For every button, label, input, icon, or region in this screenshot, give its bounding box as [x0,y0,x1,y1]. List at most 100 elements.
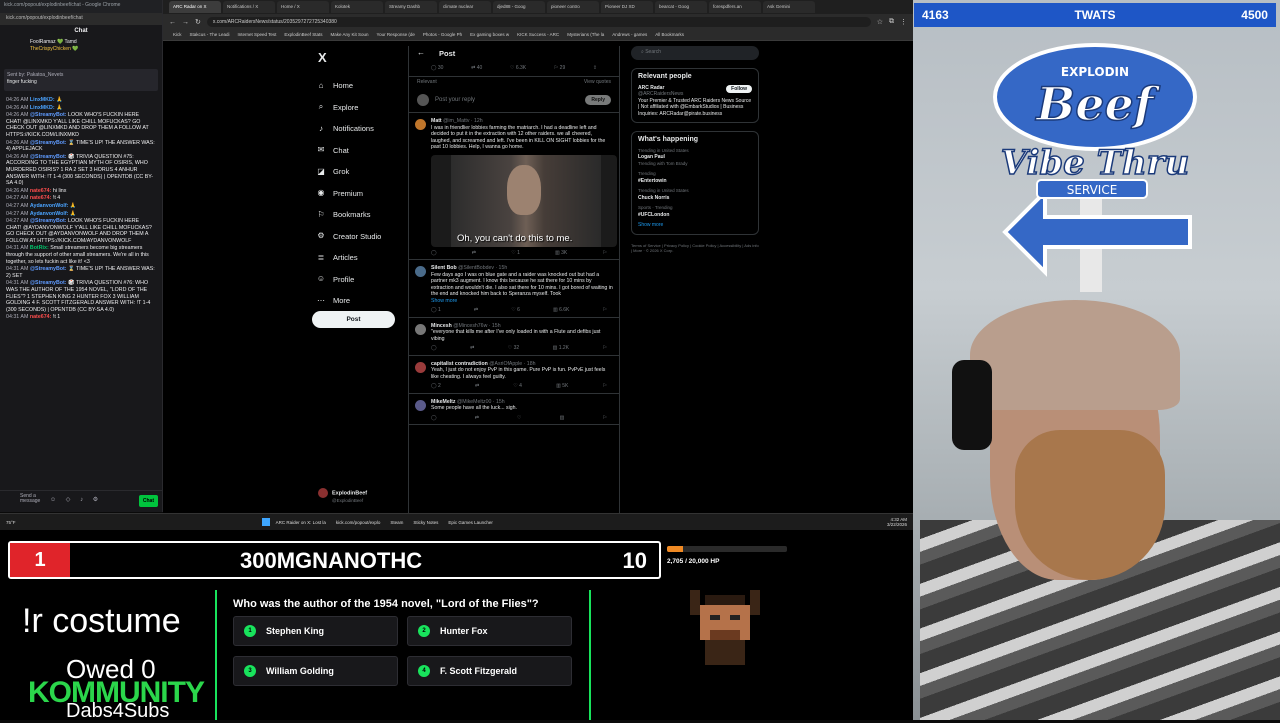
reply-tweet[interactable]: Silent Bob @SilentBobdev · 15h Few days … [409,260,619,318]
chat-emote-icons[interactable]: ☺ ◇ ♪ ⚙ [50,496,102,503]
chat-message[interactable]: 04:31 AM @StreamyBot: 🎲 TRIVIA QUESTION … [6,280,156,313]
browser-tab[interactable]: Pioneer DJ XD [601,1,653,13]
bookmark-item[interactable]: Kick [173,32,182,38]
chat-address-bar[interactable]: kick.com/popout/explodinbeef/chat [0,13,162,25]
avatar[interactable] [415,119,426,130]
chat-message[interactable]: 04:26 AM LinxMKD: 🙏 [6,105,156,112]
tweet-author[interactable]: MikeMeltz [431,399,456,405]
comment-icon[interactable]: ◯ [431,250,437,257]
tweet-author[interactable]: capitalist contradiction [431,361,488,367]
account-switcher[interactable]: ExplodinBeef @ExplodinBeef [318,488,367,503]
bookmark-item[interactable]: Andrews - games [612,32,647,38]
chat-message-list[interactable]: 04:26 AM LinxMKD: 🙏 04:26 AM LinxMKD: 🙏 04… [0,93,162,326]
bookmark-icon[interactable]: ⚐ 29 [554,65,565,71]
nav-item-bookmarks[interactable]: ⚐ Bookmarks [310,204,405,226]
browser-tab[interactable]: bearcat - Goog [655,1,707,13]
x-footer-links[interactable]: Terms of Service | Privacy Policy | Cook… [631,243,759,254]
browser-tab[interactable]: Streamy Dashb [385,1,437,13]
share-icon[interactable]: ⇪ [593,65,597,71]
view-quotes-link[interactable]: View quotes [584,79,611,85]
chat-username[interactable]: nate674: [30,188,52,194]
bookmark-item[interactable]: Make Any Kit Soun [330,32,368,38]
chat-message[interactable]: 04:27 AM @StreamyBot: LOOK WHO'S FUCKIN … [6,218,156,244]
bookmark-icon[interactable]: ⚐ [603,383,607,390]
chat-username[interactable]: LinxMKD: [30,105,55,111]
nav-item-notifications[interactable]: ♪ Notifications [310,118,405,140]
chat-username[interactable]: AydanvonWolf: [30,203,69,209]
browser-tab[interactable]: pioneer contro [547,1,599,13]
taskbar-app[interactable]: Steam [390,520,403,525]
views-icon[interactable]: ▥ 6.6K [553,307,569,314]
bookmark-item[interactable]: Mysterians (The la [567,32,604,38]
chat-message[interactable]: 04:26 AM @StreamyBot: 🎲 TRIVIA QUESTION … [6,154,156,187]
bookmark-item[interactable]: All Bookmarks [655,32,684,38]
search-input[interactable]: ⌕ Search [631,46,759,60]
comment-icon[interactable]: ◯ 30 [431,65,444,71]
like-icon[interactable]: ♡ 6.3K [510,65,526,71]
back-arrow-icon[interactable]: ← [169,19,176,26]
reply-tweet[interactable]: Matt @im_Mattv · 12h I was in friendlier… [409,113,619,260]
browser-tab[interactable]: forespdfers.an [709,1,761,13]
repost-icon[interactable]: ⇄ [475,415,479,422]
repost-icon[interactable]: ⇄ [475,383,479,390]
system-clock[interactable]: 4:32 AM 3/22/2026 [887,517,907,527]
chat-username[interactable]: nate674: [30,195,52,201]
repost-icon[interactable]: ⇄ [472,250,476,257]
like-icon[interactable]: ♡ 6 [511,307,520,314]
taskbar-app[interactable]: Epic Games Launcher [448,520,493,525]
chat-input[interactable]: Send a message [20,494,50,504]
bookmark-icon[interactable]: ⚐ [602,415,606,422]
trend-item[interactable]: Sports · Trending #UFCLondon [638,205,752,218]
browser-tab[interactable]: Notifications / X [223,1,275,13]
pinned-message[interactable]: Sent by: Pakatoa_Nevets finger fucking [4,69,158,91]
post-button[interactable]: Post [312,311,395,328]
chat-username[interactable]: AydanvonWolf: [30,211,69,217]
repost-icon[interactable]: ⇄ [470,345,474,352]
reply-button[interactable]: Reply [585,94,611,105]
chat-username[interactable]: @StreamyBot: [30,140,67,146]
chat-message[interactable]: 04:31 AM nate674: !t 1 [6,314,156,321]
nav-item-profile[interactable]: ☺ Profile [310,269,405,291]
nav-item-creator-studio[interactable]: ⚙ Creator Studio [310,226,405,248]
avatar[interactable] [415,323,426,335]
browser-tab[interactable]: ARC Radar on X [169,1,221,13]
chat-username[interactable]: @StreamyBot: [30,280,67,286]
bookmark-item[interactable]: ExplodinBeef Stats [284,32,322,38]
chat-message[interactable]: 04:26 AM nate674: hi linx [6,188,156,195]
avatar[interactable] [415,361,426,373]
reply-tweet[interactable]: Mincesh @Mincesh76w · 15h "everyone that… [409,318,619,356]
star-icon[interactable]: ☆ [877,18,883,26]
bookmark-item[interactable]: Photos - Google Ph [423,32,462,38]
back-arrow-icon[interactable]: ← [417,48,425,57]
show-more-link[interactable]: Show more [638,222,752,229]
chat-message[interactable]: 04:26 AM @StreamyBot: LOOK WHO'S FUCKIN … [6,112,156,138]
chat-username[interactable]: @StreamyBot: [30,266,67,272]
taskbar-app[interactable]: Sticky Notes [413,520,438,525]
chat-username[interactable]: @StreamyBot: [30,112,67,118]
browser-tab[interactable]: climate nuclear [439,1,491,13]
comment-icon[interactable]: ◯ 2 [431,383,441,390]
like-icon[interactable]: ♡ 4 [513,383,522,390]
nav-item-more[interactable]: ⋯ More [310,290,405,312]
bookmark-item[interactable]: Internet Speed Test [237,32,276,38]
views-icon[interactable]: ▥ 3K [555,250,567,257]
comment-icon[interactable]: ◯ [431,415,437,422]
nav-item-premium[interactable]: ◉ Premium [310,183,405,205]
bookmark-icon[interactable]: ⚐ [602,250,606,257]
weather-widget[interactable]: 75°F [6,520,16,525]
nav-item-explore[interactable]: ⌕ Explore [310,97,405,119]
show-more-link[interactable]: Show more [431,298,613,305]
chat-username[interactable]: @StreamyBot: [30,154,67,160]
like-icon[interactable]: ♡ 1 [511,250,520,257]
bookmark-item[interactable]: Your Response (de [376,32,414,38]
x-logo-icon[interactable]: X [318,50,405,65]
views-icon[interactable]: ▥ 5K [556,383,568,390]
bookmark-item[interactable]: KICK Success - ARC [517,32,559,38]
taskbar-app[interactable]: ARC Raider on X: Lost la [276,520,326,525]
bookmark-item[interactable]: Stakcus - The Leadi [190,32,230,38]
bookmark-item[interactable]: Ex gaming boxes w [470,32,509,38]
extensions-icon[interactable]: ⧉ [889,18,894,26]
forward-arrow-icon[interactable]: → [182,19,189,26]
chat-message[interactable]: 04:27 AM nate674: !t 4 [6,195,156,202]
taskbar-app[interactable]: kick.com/popout/explo [336,520,381,525]
